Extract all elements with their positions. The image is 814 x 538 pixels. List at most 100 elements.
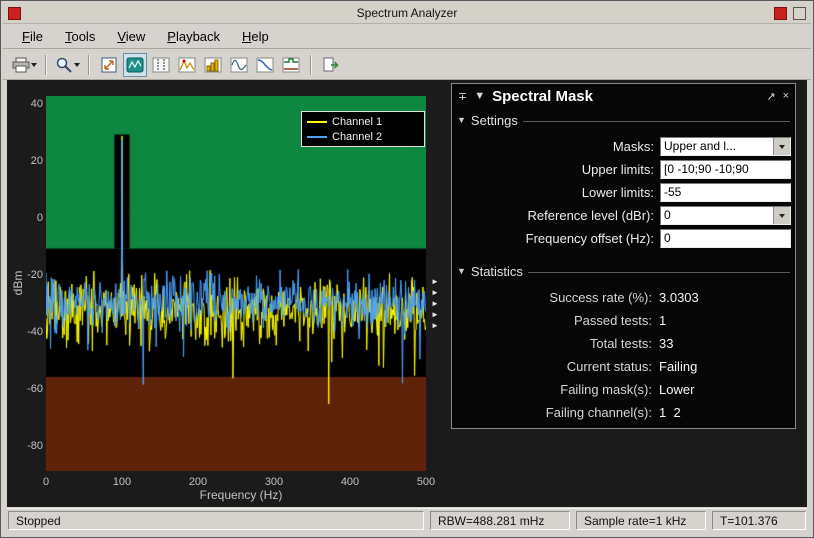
pin-icon[interactable]: ∓ [458, 90, 467, 103]
arrow-right-icon[interactable]: ► [431, 321, 439, 330]
total-tests-value: 33 [659, 333, 673, 354]
channel-1-line-swatch [307, 121, 327, 123]
upper-limits-input[interactable]: [0 -10;90 -10;90 [660, 160, 791, 179]
spectral-mask-panel-header: ∓ ▼ Spectral Mask ↗ × [452, 84, 795, 108]
menu-help[interactable]: Help [231, 26, 280, 47]
reference-level-combo[interactable]: 0 [660, 206, 791, 225]
toolbar-separator [45, 55, 47, 75]
display-area: dBm Frequency (Hz) Channel 1 Channel 2 ►… [7, 80, 807, 507]
peak-finder-button[interactable] [175, 53, 199, 77]
collapse-panel-icon[interactable]: ▼ [474, 90, 485, 102]
menu-bar: File Tools View Playback Help [3, 25, 811, 49]
plot-edge-arrows[interactable]: ► ► ► ► ► [431, 277, 439, 330]
status-state: Stopped [8, 511, 424, 530]
passed-tests-label: Passed tests: [452, 310, 652, 331]
print-button[interactable] [11, 53, 38, 77]
x-axis-tick: 400 [330, 476, 370, 488]
signal-statistics-icon [204, 57, 222, 73]
y-axis-tick: 0 [8, 212, 43, 224]
undock-icon[interactable]: ↗ [766, 90, 775, 103]
legend-label: Channel 2 [332, 131, 382, 143]
masks-dropdown-button[interactable] [773, 138, 790, 155]
spectrum-settings-button[interactable] [123, 53, 147, 77]
y-axis-tick: 20 [8, 155, 43, 167]
stat-row: Failing channel(s): 1 2 [452, 402, 789, 424]
total-tests-label: Total tests: [452, 333, 652, 354]
ccdf-icon [256, 57, 274, 73]
spectrum-analyzer-window: Spectrum Analyzer File Tools View Playba… [0, 0, 814, 538]
lower-limits-input[interactable]: -55 [660, 183, 791, 202]
reference-level-row: Reference level (dBr): 0 [452, 205, 789, 227]
success-rate-value: 3.0303 [659, 287, 699, 308]
export-icon [322, 57, 340, 73]
distortion-icon [230, 57, 248, 73]
menu-view[interactable]: View [106, 26, 156, 47]
settings-section-header[interactable]: ▼ Settings [457, 111, 790, 129]
section-rule [523, 121, 790, 122]
channel-2-line-swatch [307, 136, 327, 138]
distortion-measurements-button[interactable] [227, 53, 251, 77]
maximize-button[interactable] [793, 7, 806, 20]
status-bar: Stopped RBW=488.281 mHz Sample rate=1 kH… [7, 508, 807, 532]
status-sample-rate: Sample rate=1 kHz [576, 511, 706, 530]
export-button[interactable] [319, 53, 343, 77]
plot-legend[interactable]: Channel 1 Channel 2 [301, 111, 425, 147]
peak-finder-icon [178, 57, 196, 73]
ccdf-measurements-button[interactable] [253, 53, 277, 77]
masks-value: Upper and l... [661, 138, 773, 155]
spectral-mask-toolbar-button[interactable] [279, 53, 303, 77]
arrow-right-icon[interactable]: ► [431, 310, 439, 319]
lower-limits-row: Lower limits: -55 [452, 182, 789, 204]
reference-level-label: Reference level (dBr): [452, 205, 654, 226]
frequency-offset-input[interactable]: 0 [660, 229, 791, 248]
arrow-right-icon[interactable]: ► [431, 299, 439, 308]
reference-level-dropdown-button[interactable] [773, 207, 790, 224]
masks-label: Masks: [452, 136, 654, 157]
y-axis-tick: 40 [8, 98, 43, 110]
failing-masks-value: Lower [659, 379, 694, 400]
masks-dropdown[interactable]: Upper and l... [660, 137, 791, 156]
iconify-button[interactable] [774, 7, 787, 20]
current-status-label: Current status: [452, 356, 652, 377]
statistics-section-header[interactable]: ▼ Statistics [457, 262, 790, 280]
status-rbw: RBW=488.281 mHz [430, 511, 570, 530]
spectrum-plot-canvas[interactable] [46, 96, 426, 471]
x-axis-tick: 500 [406, 476, 446, 488]
toolbar-separator [310, 55, 312, 75]
menu-file[interactable]: File [11, 26, 54, 47]
x-axis-tick: 200 [178, 476, 218, 488]
arrow-right-icon[interactable]: ► [431, 277, 439, 286]
zoom-button[interactable] [54, 53, 81, 77]
passed-tests-value: 1 [659, 310, 666, 331]
cursor-measurements-icon [152, 57, 170, 73]
frequency-offset-label: Frequency offset (Hz): [452, 228, 654, 249]
menu-playback[interactable]: Playback [156, 26, 231, 47]
section-title: Statistics [471, 264, 523, 279]
collapse-section-icon: ▼ [457, 266, 466, 276]
legend-row: Channel 1 [307, 114, 419, 129]
arrow-right-icon[interactable]: ► [431, 288, 439, 297]
frequency-offset-row: Frequency offset (Hz): 0 [452, 228, 789, 250]
upper-limits-label: Upper limits: [452, 159, 654, 180]
fit-to-view-button[interactable] [97, 53, 121, 77]
window-title: Spectrum Analyzer [3, 3, 811, 24]
spectral-mask-icon [282, 57, 300, 73]
printer-icon [12, 57, 30, 73]
section-rule [528, 272, 790, 273]
stat-row: Passed tests: 1 [452, 310, 789, 332]
dropdown-caret-icon [779, 214, 785, 218]
close-panel-icon[interactable]: × [783, 90, 789, 102]
signal-statistics-button[interactable] [201, 53, 225, 77]
masks-row: Masks: Upper and l... [452, 136, 789, 158]
stat-row: Failing mask(s): Lower [452, 379, 789, 401]
dropdown-caret-icon [74, 63, 80, 67]
spectral-mask-panel: ∓ ▼ Spectral Mask ↗ × ▼ Settings Masks: … [451, 83, 796, 429]
collapse-section-icon: ▼ [457, 115, 466, 125]
failing-channels-value: 1 2 [659, 402, 681, 423]
y-axis-tick: -60 [8, 383, 43, 395]
cursor-measurements-button[interactable] [149, 53, 173, 77]
dropdown-caret-icon [779, 145, 785, 149]
failing-masks-label: Failing mask(s): [452, 379, 652, 400]
magnifier-icon [55, 56, 73, 74]
menu-tools[interactable]: Tools [54, 26, 106, 47]
